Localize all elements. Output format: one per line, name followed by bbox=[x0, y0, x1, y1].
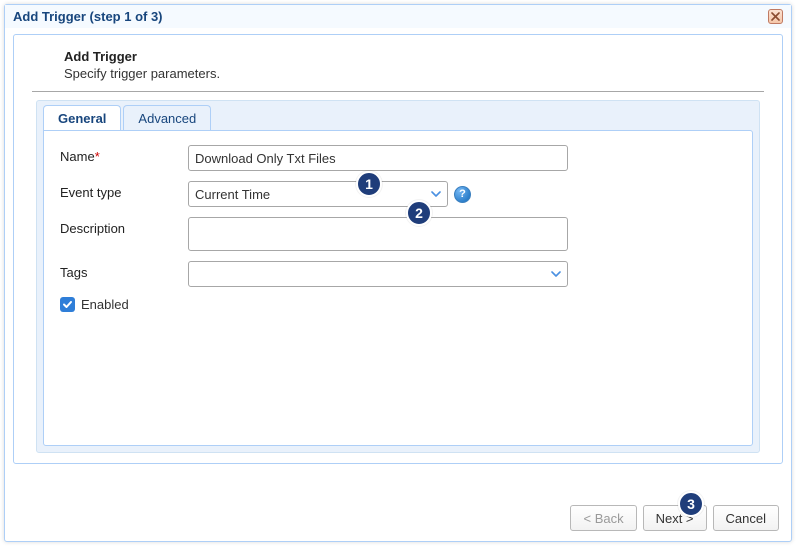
enabled-checkbox[interactable] bbox=[60, 297, 75, 312]
label-name-text: Name bbox=[60, 149, 95, 164]
event-type-value[interactable] bbox=[188, 181, 448, 207]
row-enabled: Enabled bbox=[60, 297, 736, 312]
label-event-type: Event type bbox=[60, 181, 188, 200]
titlebar: Add Trigger (step 1 of 3) bbox=[5, 5, 791, 28]
back-button[interactable]: < Back bbox=[570, 505, 636, 531]
close-button[interactable] bbox=[768, 9, 783, 24]
row-event-type: Event type ? bbox=[60, 181, 736, 207]
tab-strip: General Advanced bbox=[37, 101, 759, 131]
tab-advanced[interactable]: Advanced bbox=[123, 105, 211, 131]
row-description: Description bbox=[60, 217, 736, 251]
row-name: Name* bbox=[60, 145, 736, 171]
divider bbox=[32, 91, 764, 92]
label-enabled: Enabled bbox=[81, 297, 129, 312]
wizard-heading-subtitle: Specify trigger parameters. bbox=[64, 66, 766, 81]
label-description: Description bbox=[60, 217, 188, 236]
tab-body-general: Name* Event type bbox=[43, 130, 753, 446]
tags-input[interactable] bbox=[188, 261, 568, 287]
label-tags: Tags bbox=[60, 261, 188, 280]
wizard-footer: < Back Next > Cancel bbox=[9, 501, 787, 537]
close-icon bbox=[771, 12, 780, 21]
required-mark: * bbox=[95, 149, 100, 164]
wizard-heading-title: Add Trigger bbox=[64, 49, 766, 64]
tab-panel-frame: General Advanced Name* Event type bbox=[36, 100, 760, 453]
wizard-content-frame: Add Trigger Specify trigger parameters. … bbox=[13, 34, 783, 464]
chevron-down-icon[interactable] bbox=[545, 262, 567, 286]
next-button[interactable]: Next > bbox=[643, 505, 707, 531]
chevron-down-icon[interactable] bbox=[425, 182, 447, 206]
name-input[interactable] bbox=[188, 145, 568, 171]
tags-select[interactable] bbox=[188, 261, 568, 287]
row-tags: Tags bbox=[60, 261, 736, 287]
window-title: Add Trigger (step 1 of 3) bbox=[13, 9, 163, 24]
event-type-select[interactable] bbox=[188, 181, 448, 207]
tab-general[interactable]: General bbox=[43, 105, 121, 131]
help-icon[interactable]: ? bbox=[454, 186, 471, 203]
wizard-heading: Add Trigger Specify trigger parameters. bbox=[30, 49, 766, 91]
cancel-button[interactable]: Cancel bbox=[713, 505, 779, 531]
check-icon bbox=[62, 299, 73, 310]
description-input[interactable] bbox=[188, 217, 568, 251]
label-name: Name* bbox=[60, 145, 188, 164]
wizard-window: Add Trigger (step 1 of 3) Add Trigger Sp… bbox=[4, 4, 792, 542]
